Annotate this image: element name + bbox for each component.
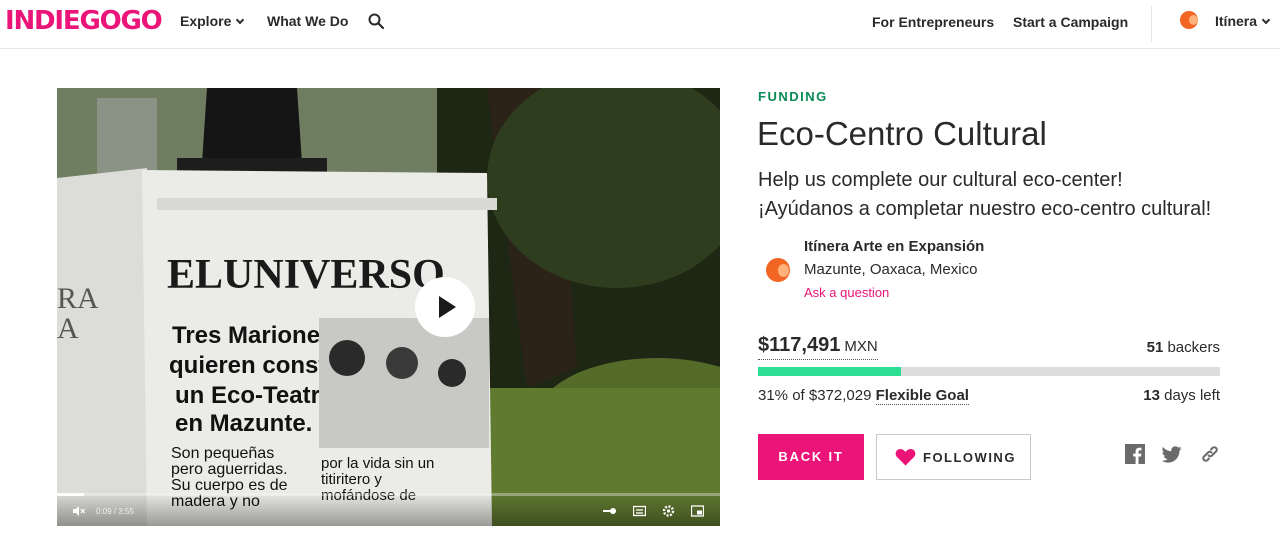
goal-type[interactable]: Flexible Goal [875,387,969,405]
site-header: INDIEGOGO Explore What We Do For Entrepr… [0,0,1280,49]
owner-name[interactable]: Itínera Arte en Expansión [804,238,984,255]
owner-location: Mazunte, Oaxaca, Mexico [804,261,978,278]
svg-text:Son pequeñas: Son pequeñas [171,445,274,462]
ask-question-link[interactable]: Ask a question [804,285,889,300]
backers-label: backers [1167,339,1220,356]
svg-text:A: A [57,312,79,345]
following-button[interactable]: FOLLOWING [876,434,1031,480]
amount-raised: $117,491 MXN [758,333,878,360]
back-it-button[interactable]: BACK IT [758,434,864,480]
campaign-title: Eco-Centro Cultural [757,115,1047,152]
days-number: 13 [1143,387,1160,404]
link-icon[interactable] [1200,444,1220,464]
mute-icon[interactable] [72,505,85,517]
funding-status: FUNDING [758,89,828,104]
user-avatar[interactable] [1180,11,1198,29]
user-menu[interactable]: Itínera [1215,13,1271,29]
video-progress-track[interactable] [57,493,720,496]
indiegogo-logo[interactable]: INDIEGOGO [5,6,163,36]
header-divider [1151,6,1152,42]
backers-number: 51 [1146,339,1164,356]
backers-count: 51 backers [1147,339,1220,356]
video-progress-fill [57,493,84,496]
tagline-english: Help us complete our cultural eco-center… [758,169,1123,191]
svg-text:un Eco-Teatro: un Eco-Teatro [175,382,335,409]
svg-text:en Mazunte.: en Mazunte. [175,410,312,437]
chevron-down-icon [236,15,245,25]
user-name: Itínera [1215,13,1258,29]
svg-text:RA: RA [57,282,99,315]
twitter-icon[interactable] [1162,444,1182,464]
svg-text:por la vida sin un: por la vida sin un [321,455,434,472]
days-left: 13 days left [1143,387,1220,404]
currency-label: MXN [844,338,878,355]
amount-raised-value: $117,491 [758,334,841,356]
nav-start-campaign[interactable]: Start a Campaign [1013,14,1128,30]
settings-icon[interactable] [662,505,675,517]
svg-text:titiritero y: titiritero y [321,471,382,488]
svg-text:pero aguerridas.: pero aguerridas. [171,461,288,478]
search-icon[interactable] [368,13,384,29]
funding-progress-bar [758,367,1220,376]
volume-slider-icon[interactable] [603,505,616,517]
campaign-video[interactable]: ELUNIVERSO Tres Marionetas quieren const… [57,88,720,526]
play-icon[interactable] [415,277,475,337]
following-label: FOLLOWING [923,450,1016,465]
nav-for-entrepreneurs[interactable]: For Entrepreneurs [872,14,994,30]
nav-explore[interactable]: Explore [180,13,245,29]
video-thumbnail: ELUNIVERSO Tres Marionetas quieren const… [57,88,720,526]
video-controls [57,492,720,526]
tagline-spanish: ¡Ayúdanos a completar nuestro eco-centro… [758,198,1212,220]
campaign-tagline: Help us complete our cultural eco-center… [758,166,1228,224]
goal-summary: 31% of $372,029 Flexible Goal [758,387,969,405]
captions-icon[interactable] [633,505,646,517]
owner-avatar[interactable] [766,258,790,282]
funding-progress-fill [758,367,902,376]
days-label: days left [1164,387,1220,404]
facebook-icon[interactable] [1125,444,1145,464]
nav-what-we-do[interactable]: What We Do [267,13,348,29]
nav-explore-label: Explore [180,13,232,29]
pip-icon[interactable] [691,505,704,517]
heart-icon [895,448,916,466]
svg-text:ELUNIVERSO: ELUNIVERSO [167,252,445,298]
video-time: 0:09 / 3:55 [96,507,134,516]
goal-percent-text: 31% of $372,029 [758,387,872,404]
chevron-down-icon [1261,15,1271,25]
